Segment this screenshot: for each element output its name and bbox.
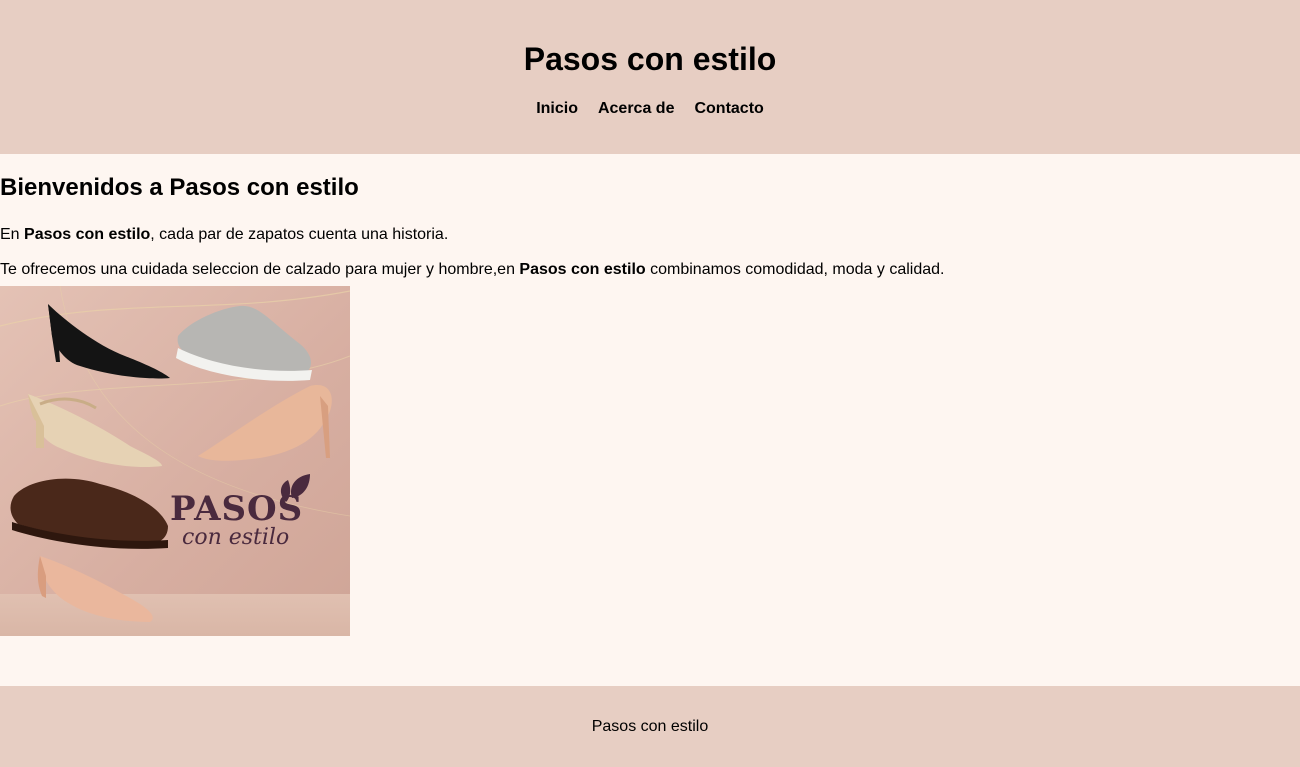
shoes-hero-image: PASOS con estilo xyxy=(0,286,350,636)
nav-link-inicio[interactable]: Inicio xyxy=(536,100,578,118)
offer-text-post: combinamos comodidad, moda y calidad. xyxy=(645,261,945,278)
site-header: Pasos con estilo Inicio Acerca de Contac… xyxy=(0,0,1300,154)
logo-sub: con estilo xyxy=(182,525,289,550)
footer-text: Pasos con estilo xyxy=(591,718,709,735)
nav-link-contacto[interactable]: Contacto xyxy=(694,100,763,118)
site-title: Pasos con estilo xyxy=(523,41,777,77)
intro-brand: Pasos con estilo xyxy=(24,226,151,243)
site-footer: Pasos con estilo xyxy=(0,686,1300,767)
offer-paragraph: Te ofrecemos una cuidada seleccion de ca… xyxy=(0,260,1300,279)
intro-text-pre: En xyxy=(0,226,25,243)
nav-link-acerca-de[interactable]: Acerca de xyxy=(598,100,675,118)
intro-paragraph: En Pasos con estilo, cada par de zapatos… xyxy=(0,225,1300,244)
main-content: Bienvenidos a Pasos con estilo En Pasos … xyxy=(0,154,1300,686)
offer-text-pre: Te ofrecemos una cuidada seleccion de ca… xyxy=(0,261,520,278)
main-nav: Inicio Acerca de Contacto xyxy=(0,100,1300,118)
intro-text-post: , cada par de zapatos cuenta una histori… xyxy=(150,226,449,243)
offer-brand: Pasos con estilo xyxy=(519,261,646,278)
welcome-heading: Bienvenidos a Pasos con estilo xyxy=(0,174,359,201)
